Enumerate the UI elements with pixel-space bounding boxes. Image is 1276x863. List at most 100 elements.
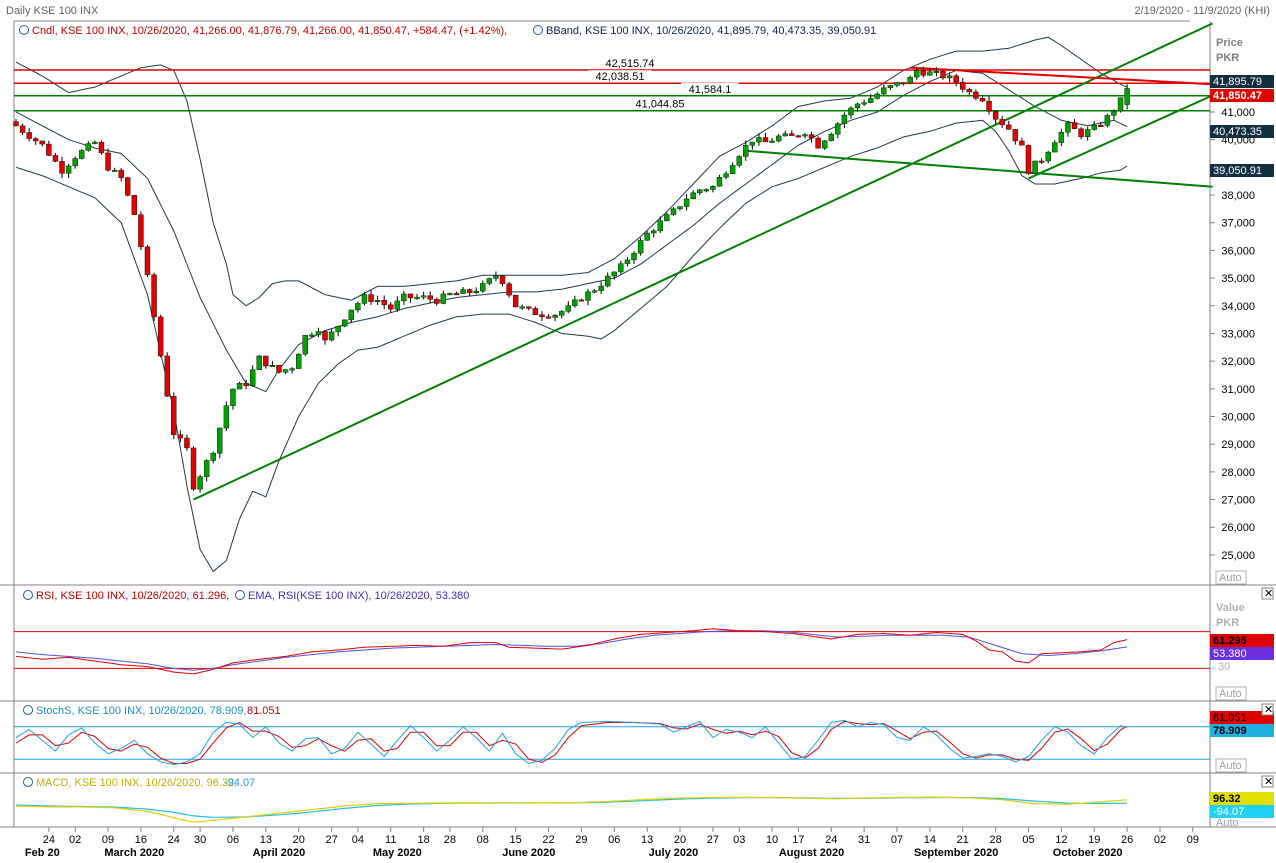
ema-legend-icon[interactable] xyxy=(235,590,245,600)
candle-body xyxy=(723,173,729,178)
candle-body xyxy=(388,304,394,310)
candle-body xyxy=(118,169,124,178)
candle-body xyxy=(762,137,769,143)
candle-body xyxy=(39,140,45,145)
candle-body xyxy=(979,98,986,102)
candle-body xyxy=(677,206,683,210)
month-label: August 2020 xyxy=(779,847,844,859)
bband-legend-text: BBand, KSE 100 INX, 10/26/2020, 41,895.7… xyxy=(546,25,876,37)
price-panel[interactable]: 42,515.7442,038.51 41,584.1 41,044.85 41,0… xyxy=(13,22,1256,573)
candle-body xyxy=(184,437,190,449)
candle-body xyxy=(394,300,401,310)
candle-body xyxy=(736,156,742,166)
candle-body xyxy=(230,388,236,406)
candle-body xyxy=(960,81,966,90)
rsi-panel[interactable] xyxy=(14,628,1210,675)
candle-body xyxy=(302,335,308,355)
candle-body xyxy=(756,137,762,143)
bband-legend-icon[interactable] xyxy=(533,25,543,35)
candle-body xyxy=(821,140,828,149)
candle-body xyxy=(309,334,315,337)
candle-body xyxy=(506,283,512,296)
day-label: 09 xyxy=(1187,834,1199,846)
candle-body xyxy=(243,383,249,386)
candle-body xyxy=(953,75,959,83)
candle-body xyxy=(526,306,532,309)
time-axis[interactable]: 24 02 09 16 24 30 06 13 20 27 04 11 18 28 08 15 22 29 06 13… xyxy=(25,827,1199,859)
candle-body xyxy=(374,300,381,302)
day-label: 24 xyxy=(168,834,180,846)
day-label: 14 xyxy=(924,834,936,846)
day-label: 03 xyxy=(733,834,745,846)
horizontal-levels[interactable]: 42,515.7442,038.51 41,584.1 41,044.85 xyxy=(14,57,1210,112)
candle-body xyxy=(171,396,177,435)
price-tick-label: 25,000 xyxy=(1221,550,1255,562)
macd-panel[interactable] xyxy=(15,796,1128,823)
candle-body xyxy=(986,100,992,112)
candle-body xyxy=(217,427,223,454)
candle-body xyxy=(664,214,670,222)
rsi-legend: RSI, KSE 100 INX, 10/26/2020, 61.296, EM… xyxy=(23,590,469,602)
price-tick-label: 38,000 xyxy=(1221,190,1255,202)
candle-body xyxy=(92,141,98,144)
day-label: 07 xyxy=(891,834,903,846)
candle-body xyxy=(841,114,848,124)
candle-body xyxy=(59,161,65,174)
candle-body xyxy=(151,274,157,318)
rsi-legend-icon[interactable] xyxy=(23,590,33,600)
rsi-close-icon: ✕ xyxy=(1264,588,1273,600)
candle-body xyxy=(328,331,335,341)
rsi-axis-unit: PKR xyxy=(1216,617,1239,629)
candle-body xyxy=(867,98,874,103)
macd-legend-icon[interactable] xyxy=(23,777,33,787)
candle-body xyxy=(401,293,407,302)
day-label: 21 xyxy=(957,834,969,846)
rsi-level-30: 30 xyxy=(1218,661,1230,673)
candle-body xyxy=(144,246,151,276)
candle-body xyxy=(256,355,262,370)
stoch-legend-icon[interactable] xyxy=(23,705,33,715)
day-label: 18 xyxy=(417,834,429,846)
price-tick-label: 30,000 xyxy=(1221,412,1255,424)
day-label: 13 xyxy=(260,834,272,846)
candle-body xyxy=(585,291,591,301)
price-tick-label: 32,000 xyxy=(1221,356,1255,368)
day-label: 16 xyxy=(135,834,147,846)
candle-body xyxy=(927,71,933,76)
candle-body xyxy=(473,290,479,293)
cndl-legend-icon[interactable] xyxy=(19,25,29,35)
candle-body xyxy=(499,275,506,285)
candle-body xyxy=(729,165,736,174)
price-tick-label: 29,000 xyxy=(1221,439,1255,451)
candle-body xyxy=(197,476,203,490)
candle-body xyxy=(315,331,322,336)
candle-body xyxy=(940,71,946,79)
candle-body xyxy=(52,155,59,162)
candle-body xyxy=(828,133,834,142)
stoch-close-icon: ✕ xyxy=(1264,704,1273,716)
candle-body xyxy=(131,195,138,215)
candle-body xyxy=(683,198,690,207)
candle-body xyxy=(368,294,374,302)
tag-stoch-k: 78.909 xyxy=(1213,725,1247,737)
day-label: 02 xyxy=(1154,834,1166,846)
candle-body xyxy=(440,293,447,304)
price-tick-label: 37,000 xyxy=(1221,218,1255,230)
tag-stoch-d: 81.051 xyxy=(1213,712,1247,724)
candle-body xyxy=(26,132,32,139)
day-label: 27 xyxy=(707,834,719,846)
candle-body xyxy=(545,316,552,319)
candle-body xyxy=(453,293,460,296)
candle-body xyxy=(558,311,565,316)
day-label: 17 xyxy=(792,834,804,846)
rsi-legend-text: RSI, KSE 100 INX, 10/26/2020, 61.296, xyxy=(36,590,229,602)
macd-auto-label: Auto xyxy=(1216,817,1239,829)
candle-body xyxy=(1038,160,1045,163)
price-tick-label: 33,000 xyxy=(1221,328,1255,340)
candle-body xyxy=(203,460,210,477)
stochastic-panel[interactable] xyxy=(14,719,1210,766)
price-axis-title: Price xyxy=(1216,37,1243,49)
day-label: 28 xyxy=(444,834,456,846)
candle-body xyxy=(992,111,999,120)
stock-chart-window: Daily KSE 100 INX 2/19/2020 - 11/9/2020 … xyxy=(0,0,1276,859)
